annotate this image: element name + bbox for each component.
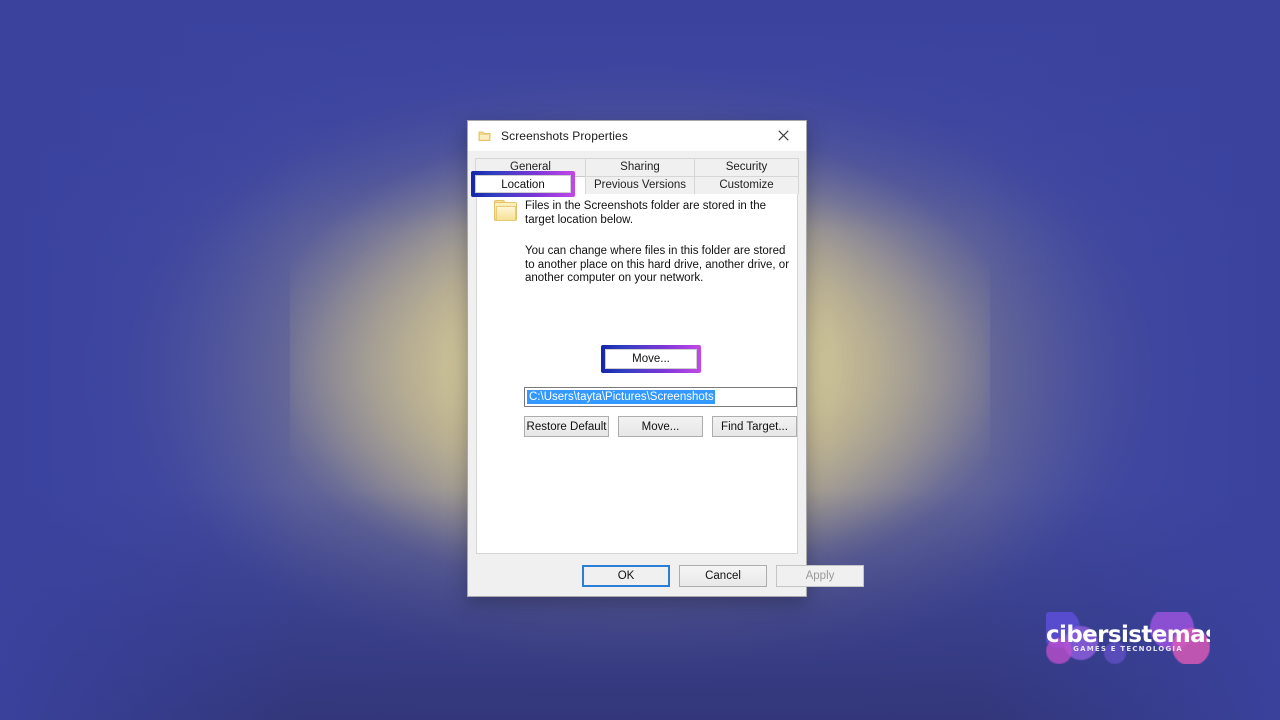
restore-default-button[interactable]: Restore Default (524, 416, 609, 437)
location-button-row: Restore Default Move... Find Target... (524, 416, 797, 437)
tab-sharing[interactable]: Sharing (585, 158, 695, 176)
location-tab-panel: Files in the Screenshots folder are stor… (476, 187, 798, 554)
dialog-title: Screenshots Properties (501, 129, 628, 143)
location-description-primary: Files in the Screenshots folder are stor… (525, 200, 766, 226)
ok-button[interactable]: OK (582, 565, 670, 587)
tabrow-top: General Sharing Security (475, 158, 799, 176)
location-path-input[interactable]: C:\Users\tayta\Pictures\Screenshots (524, 387, 797, 407)
find-target-button[interactable]: Find Target... (712, 416, 797, 437)
dialog-footer: OK Cancel Apply (468, 554, 864, 596)
dialog-titlebar: Screenshots Properties (468, 121, 806, 151)
tab-general[interactable]: General (475, 158, 586, 176)
folder-icon-large (494, 200, 517, 221)
location-description-secondary: You can change where files in this folde… (525, 245, 790, 284)
folder-icon (477, 128, 493, 144)
highlight-label-move[interactable]: Move... (607, 351, 695, 367)
tab-customize[interactable]: Customize (694, 176, 799, 194)
watermark-tagline: GAMES E TECNOLOGIA (1073, 645, 1183, 653)
cancel-button[interactable]: Cancel (679, 565, 767, 587)
highlight-label-location[interactable]: Location (477, 177, 569, 193)
vignette-left (0, 0, 300, 720)
apply-button: Apply (776, 565, 864, 587)
tab-previous-versions[interactable]: Previous Versions (585, 176, 695, 194)
location-path-value: C:\Users\tayta\Pictures\Screenshots (527, 390, 715, 404)
tab-security[interactable]: Security (694, 158, 799, 176)
watermark-logo: cibersistemas GAMES E TECNOLOGIA (1046, 612, 1210, 664)
desktop-background: Screenshots Properties Files in the Scre… (0, 0, 1280, 720)
move-button[interactable]: Move... (618, 416, 703, 437)
close-icon[interactable] (761, 121, 806, 150)
